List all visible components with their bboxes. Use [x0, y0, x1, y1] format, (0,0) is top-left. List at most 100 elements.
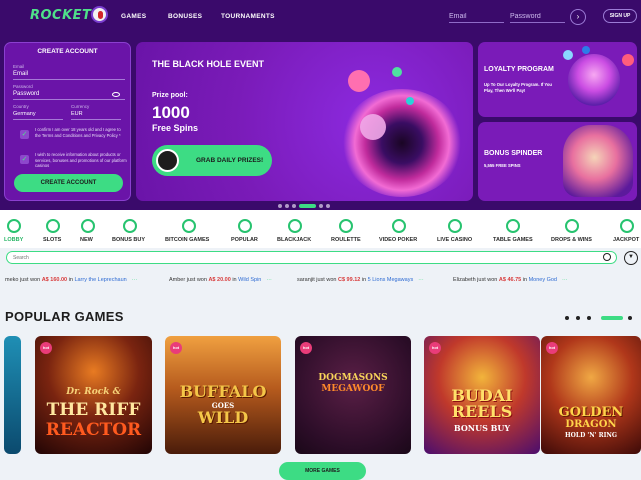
slider-dot[interactable] — [292, 204, 296, 208]
ticker-game[interactable]: Larry the Leprechaun — [74, 277, 126, 283]
ticker-text: just won — [477, 277, 498, 283]
table-games-icon — [506, 219, 520, 233]
grab-prizes-button[interactable]: GRAB DAILY PRIZES! — [152, 145, 272, 176]
hot-badge: hot — [40, 342, 52, 354]
live-casino-icon — [448, 219, 462, 233]
category-live-casino[interactable]: LIVE CASINO — [437, 210, 474, 248]
filter-icon[interactable]: ▼ — [624, 251, 638, 265]
hero-banner[interactable]: THE BLACK HOLE EVENT Prize pool: 1000 Fr… — [136, 42, 473, 201]
ticker-in: in — [68, 277, 73, 283]
ticker-item: saranjit just won C$ 99.12 in 5 Lions Me… — [297, 277, 424, 283]
create-account-button[interactable]: CREATE ACCOUNT — [14, 174, 123, 192]
carousel-dot-active[interactable] — [601, 316, 623, 320]
slider-dot[interactable] — [319, 204, 323, 208]
carousel-dot[interactable] — [576, 316, 580, 320]
ticker-item: meko just won A$ 160.00 in Larry the Lep… — [5, 277, 137, 283]
loyalty-ball-art — [563, 50, 573, 60]
ticker-in: in — [522, 277, 528, 283]
grab-prizes-label: GRAB DAILY PRIZES! — [196, 157, 264, 164]
hot-badge: hot — [429, 342, 441, 354]
ticker-game[interactable]: Wild Spin — [238, 277, 261, 283]
ticker-item: Elizabeth just won A$ 46.75 in Money God… — [453, 277, 568, 283]
category-label: BLACKJACK — [277, 237, 312, 243]
slots-icon — [46, 219, 60, 233]
slider-dot[interactable] — [278, 204, 282, 208]
ticker-user: meko — [5, 277, 19, 283]
slider-dot[interactable] — [285, 204, 289, 208]
loyalty-ball-art — [622, 54, 634, 66]
game-tile[interactable]: hot DOGMASONS MEGAWOOF — [295, 336, 411, 454]
password-field[interactable]: Password — [13, 91, 125, 100]
ticker-separator: ··· — [562, 277, 568, 283]
nav-bonuses[interactable]: BONUSES — [168, 13, 202, 20]
carousel-dot[interactable] — [565, 316, 569, 320]
game-title-line: DRAGON — [565, 419, 617, 430]
email-field[interactable]: Email — [13, 71, 125, 80]
category-bitcoin[interactable]: BITCOIN GAMES — [165, 210, 213, 248]
slider-dot-active[interactable] — [299, 204, 316, 208]
nav-tournaments[interactable]: TOURNAMENTS — [221, 13, 275, 20]
category-slots[interactable]: SLOTS — [43, 210, 63, 248]
category-jackpot[interactable]: JACKPOT — [613, 210, 641, 248]
game-tile-partial[interactable] — [4, 336, 21, 454]
category-drops-wins[interactable]: DROPS & WINS — [551, 210, 594, 248]
carousel-dot[interactable] — [587, 316, 591, 320]
header-email-input[interactable] — [449, 8, 504, 23]
category-label: ROULETTE — [331, 237, 361, 243]
loyalty-ball-art — [582, 46, 590, 54]
create-account-title: CREATE ACCOUNT — [37, 48, 98, 55]
game-tile[interactable]: hot GOLDEN DRAGON HOLD 'N' RING — [541, 336, 641, 454]
top-header: ROCKET GAMES BONUSES TOURNAMENTS › SIGN … — [0, 0, 641, 34]
lobby-icon — [7, 219, 21, 233]
category-bonus-buy[interactable]: BONUS BUY — [112, 210, 148, 248]
game-title-line: Dr. Rock & — [66, 387, 121, 397]
game-tile[interactable]: hot BUFFALO GOES WILD — [165, 336, 281, 454]
bonus-spinder-card[interactable]: BONUS SPINDER 5,555 FREE SPINS — [478, 122, 637, 201]
country-select[interactable]: Germany — [13, 111, 63, 120]
category-roulette[interactable]: ROULETTE — [331, 210, 362, 248]
search-icon[interactable] — [603, 253, 611, 261]
drops-wins-icon — [565, 219, 579, 233]
currency-select[interactable]: EUR — [71, 111, 121, 120]
category-new[interactable]: NEW — [80, 210, 96, 248]
bonus-buy-icon — [123, 219, 137, 233]
ticker-game[interactable]: 5 Lions Megaways — [368, 277, 414, 283]
category-bar: LOBBY SLOTS NEW BONUS BUY BITCOIN GAMES … — [0, 210, 641, 248]
promo-checkbox[interactable]: ✓ — [20, 155, 29, 164]
search-bar — [6, 251, 617, 264]
category-label: DROPS & WINS — [551, 237, 592, 243]
signup-button[interactable]: SIGN UP — [603, 9, 637, 23]
game-tile[interactable]: hot BUDAI REELS BONUS BUY — [424, 336, 540, 454]
search-input[interactable] — [13, 254, 573, 262]
category-popular[interactable]: POPULAR — [231, 210, 260, 248]
ticker-amount: C$ 99.12 — [337, 277, 361, 283]
ticker-text: just won — [19, 277, 41, 283]
logo[interactable]: ROCKET — [30, 8, 91, 23]
slider-dot[interactable] — [326, 204, 330, 208]
ticker-separator: ··· — [266, 277, 272, 283]
country-label: Country — [13, 104, 29, 109]
loyalty-card[interactable]: LOYALTY PROGRAM Up To Our Loyalty Progra… — [478, 42, 637, 117]
terms-checkbox[interactable]: ✓ — [20, 130, 29, 139]
carousel-dot[interactable] — [628, 316, 632, 320]
hot-badge: hot — [546, 342, 558, 354]
more-games-button[interactable]: MORE GAMES — [279, 462, 366, 480]
category-label: JACKPOT — [613, 237, 640, 243]
planet-art — [360, 114, 386, 140]
login-arrow-button[interactable]: › — [570, 9, 586, 25]
ticker-in: in — [232, 277, 237, 283]
category-table-games[interactable]: TABLE GAMES — [493, 210, 533, 248]
nav-games[interactable]: GAMES — [121, 13, 146, 20]
category-video-poker[interactable]: VIDEO POKER — [379, 210, 420, 248]
currency-label: Currency — [71, 104, 90, 109]
category-lobby[interactable]: LOBBY — [4, 210, 24, 248]
green-orb-art — [392, 67, 402, 77]
ticker-text: just won — [186, 277, 207, 283]
header-password-input[interactable] — [510, 8, 565, 23]
show-password-icon[interactable] — [112, 92, 120, 97]
teal-orb-art — [406, 97, 414, 105]
ticker-game[interactable]: Money God — [529, 277, 557, 283]
game-tile[interactable]: hot Dr. Rock & THE RIFF REACTOR — [35, 336, 152, 454]
category-label: BITCOIN GAMES — [165, 237, 210, 243]
category-blackjack[interactable]: BLACKJACK — [277, 210, 313, 248]
